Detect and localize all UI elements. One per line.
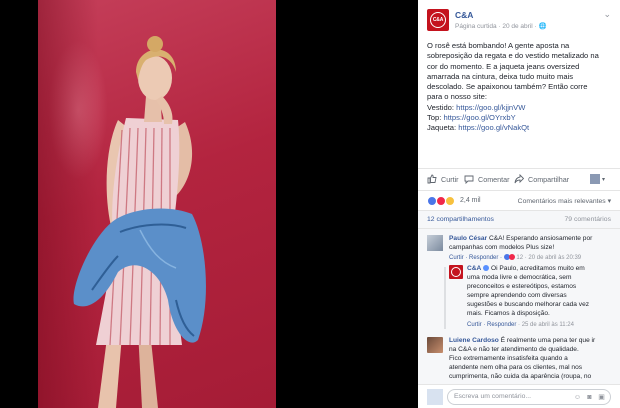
product-link-label: Top:	[427, 113, 444, 123]
comment-reaction-count[interactable]: 12	[516, 255, 523, 261]
post-actions: Curtir Comentar Compartilhar ▾	[418, 168, 620, 190]
comment: Paulo César C&A! Esperando ansiosamente …	[427, 235, 613, 265]
post-line: descolado. Se apaixonou também? Então co…	[427, 82, 588, 92]
logo-text: C&A	[430, 12, 446, 28]
post-line: O rosê está bombando! A gente aposta na	[427, 41, 570, 50]
comment-body: Luiene Cardoso É realmente uma pena ter …	[449, 337, 613, 382]
comment-sort-dropdown[interactable]: Comentários mais relevantes ▾	[518, 197, 611, 205]
comments-count[interactable]: 79 comentários	[565, 216, 611, 223]
globe-icon: 🌐	[538, 23, 547, 30]
comment-text: preconceitos e estereótipos, estamos	[467, 282, 577, 290]
product-link-row: Jaqueta: https://goo.gl/vNakQt	[427, 123, 615, 133]
comment-text: atendente nem olha para os clientes, mal…	[449, 363, 583, 371]
comment-author[interactable]: Paulo César	[449, 235, 487, 242]
emoji-icon[interactable]: ☺	[573, 393, 582, 402]
comments-list: Paulo César C&A! Esperando ansiosamente …	[418, 228, 620, 384]
page-name-link[interactable]: C&A	[455, 10, 473, 20]
comment-text: campanhas com modelos Plus size!	[449, 243, 555, 251]
avatar[interactable]	[427, 337, 443, 353]
comment-text: sempre aprendendo com diversas	[467, 291, 567, 299]
comment-like-link[interactable]: Curtir	[449, 255, 464, 261]
reaction-icons[interactable]	[427, 196, 455, 206]
like-label: Curtir	[441, 174, 459, 184]
comment: Luiene Cardoso É realmente uma pena ter …	[427, 337, 613, 385]
comment-text: cumprimenta, não cuida da aparência (rou…	[449, 372, 592, 380]
camera-icon[interactable]: ◙	[585, 393, 594, 402]
avatar[interactable]	[449, 265, 463, 279]
comment-text: Fico extremamente insatisfeita quando a	[449, 354, 568, 362]
post-line: amarrada na cintura, deixa tudo muito ma…	[427, 71, 574, 81]
post-meta-text: Página curtida · 20 de abril ·	[455, 23, 539, 30]
share-icon	[514, 174, 524, 184]
post-photo[interactable]	[0, 0, 418, 408]
model-figure	[73, 36, 206, 408]
comment-author[interactable]: C&A	[467, 265, 481, 272]
comment-text: É realmente uma pena ter que ir	[498, 337, 596, 344]
comment-icon	[464, 175, 474, 184]
product-link-row: Top: https://goo.gl/OYrxbY	[427, 113, 615, 123]
like-button[interactable]: Curtir	[427, 174, 459, 184]
post-line: sobreposição da regata e do vestido meta…	[427, 51, 599, 61]
comment-button[interactable]: Comentar	[464, 174, 510, 184]
avatar[interactable]	[427, 235, 443, 251]
comment-reply-link[interactable]: Responder	[469, 255, 498, 261]
product-link-label: Vestido:	[427, 102, 457, 112]
comment-reply: C&A Oi Paulo, acreditamos muito em uma m…	[449, 265, 613, 331]
post-meta: Página curtida · 20 de abril · 🌐	[455, 22, 547, 30]
reactions-bar: 2,4 mil Comentários mais relevantes ▾	[418, 190, 620, 210]
reaction-count[interactable]: 2,4 mil	[460, 197, 481, 204]
thumbs-up-icon	[427, 174, 437, 184]
comment-reply-link[interactable]: Responder	[487, 322, 516, 328]
post-line: para o nosso site:	[427, 92, 487, 102]
shares-count[interactable]: 12 compartilhamentos	[427, 216, 494, 223]
comment-text: mais. Ficamos à disposição.	[467, 309, 550, 317]
post-text: O rosê está bombando! A gente aposta na …	[427, 41, 615, 134]
comment-text: C&A! Esperando ansiosamente por	[487, 235, 593, 242]
comment-text: Oi Paulo, acreditamos muito em	[489, 265, 585, 272]
comment-text: na C&A e não ter atendimento de qualidad…	[449, 345, 579, 353]
comment-like-link[interactable]: Curtir	[467, 322, 482, 328]
share-button[interactable]: Compartilhar	[514, 174, 569, 184]
page-logo-icon	[451, 267, 461, 277]
product-link-row: Vestido: https://goo.gl/kjjnVW	[427, 103, 615, 113]
comment-input[interactable]: Escreva um comentário... ☺ ◙ ▣	[447, 389, 611, 405]
comment-body: Paulo César C&A! Esperando ansiosamente …	[449, 235, 613, 253]
comment-meta: Curtir · Responder · 25 de abril às 11:2…	[467, 322, 574, 328]
chevron-down-icon: ▾	[602, 176, 606, 183]
comment-composer: Escreva um comentário... ☺ ◙ ▣	[418, 384, 620, 408]
comment-label: Comentar	[478, 174, 510, 184]
post-header: C&A C&A Página curtida · 20 de abril · 🌐…	[427, 9, 613, 33]
comment-body: C&A Oi Paulo, acreditamos muito em uma m…	[467, 265, 613, 318]
comment-author[interactable]: Luiene Cardoso	[449, 337, 499, 344]
comment-text: uma moda livre e democrática, sem	[467, 273, 572, 281]
wow-reaction-icon	[445, 196, 455, 206]
comment-meta: Curtir · Responder · 12 · 20 de abril às…	[449, 254, 582, 261]
page-avatar[interactable]: C&A	[427, 9, 449, 31]
post-sidebar: C&A C&A Página curtida · 20 de abril · 🌐…	[418, 0, 620, 408]
chevron-down-icon[interactable]: ⌄	[603, 9, 611, 20]
love-reaction-icon	[508, 254, 515, 260]
product-link[interactable]: https://goo.gl/OYrxbY	[443, 113, 515, 122]
reaction-selector[interactable]: ▾	[590, 174, 605, 184]
post-stats: 12 compartilhamentos 79 comentários	[418, 210, 620, 228]
product-link[interactable]: https://goo.gl/kjjnVW	[456, 103, 525, 112]
composer-tools: ☺ ◙ ▣	[570, 393, 606, 402]
product-link-label: Jaqueta:	[427, 123, 459, 133]
product-link[interactable]: https://goo.gl/vNakQt	[458, 123, 529, 132]
share-label: Compartilhar	[528, 174, 570, 184]
comment-input-placeholder: Escreva um comentário...	[454, 393, 532, 400]
reply-thread-line	[444, 267, 446, 329]
post-line: cor do momento. E a jaqueta jeans oversi…	[427, 61, 580, 71]
comment-text: sugestões e buscando melhorar cada vez	[467, 300, 590, 308]
sticker-icon[interactable]: ▣	[597, 393, 606, 402]
user-avatar-small	[590, 174, 600, 184]
avatar	[427, 389, 443, 405]
comment-time[interactable]: 25 de abril às 11:24	[522, 322, 574, 328]
comment-time[interactable]: 20 de abril às 20:39	[528, 255, 581, 261]
